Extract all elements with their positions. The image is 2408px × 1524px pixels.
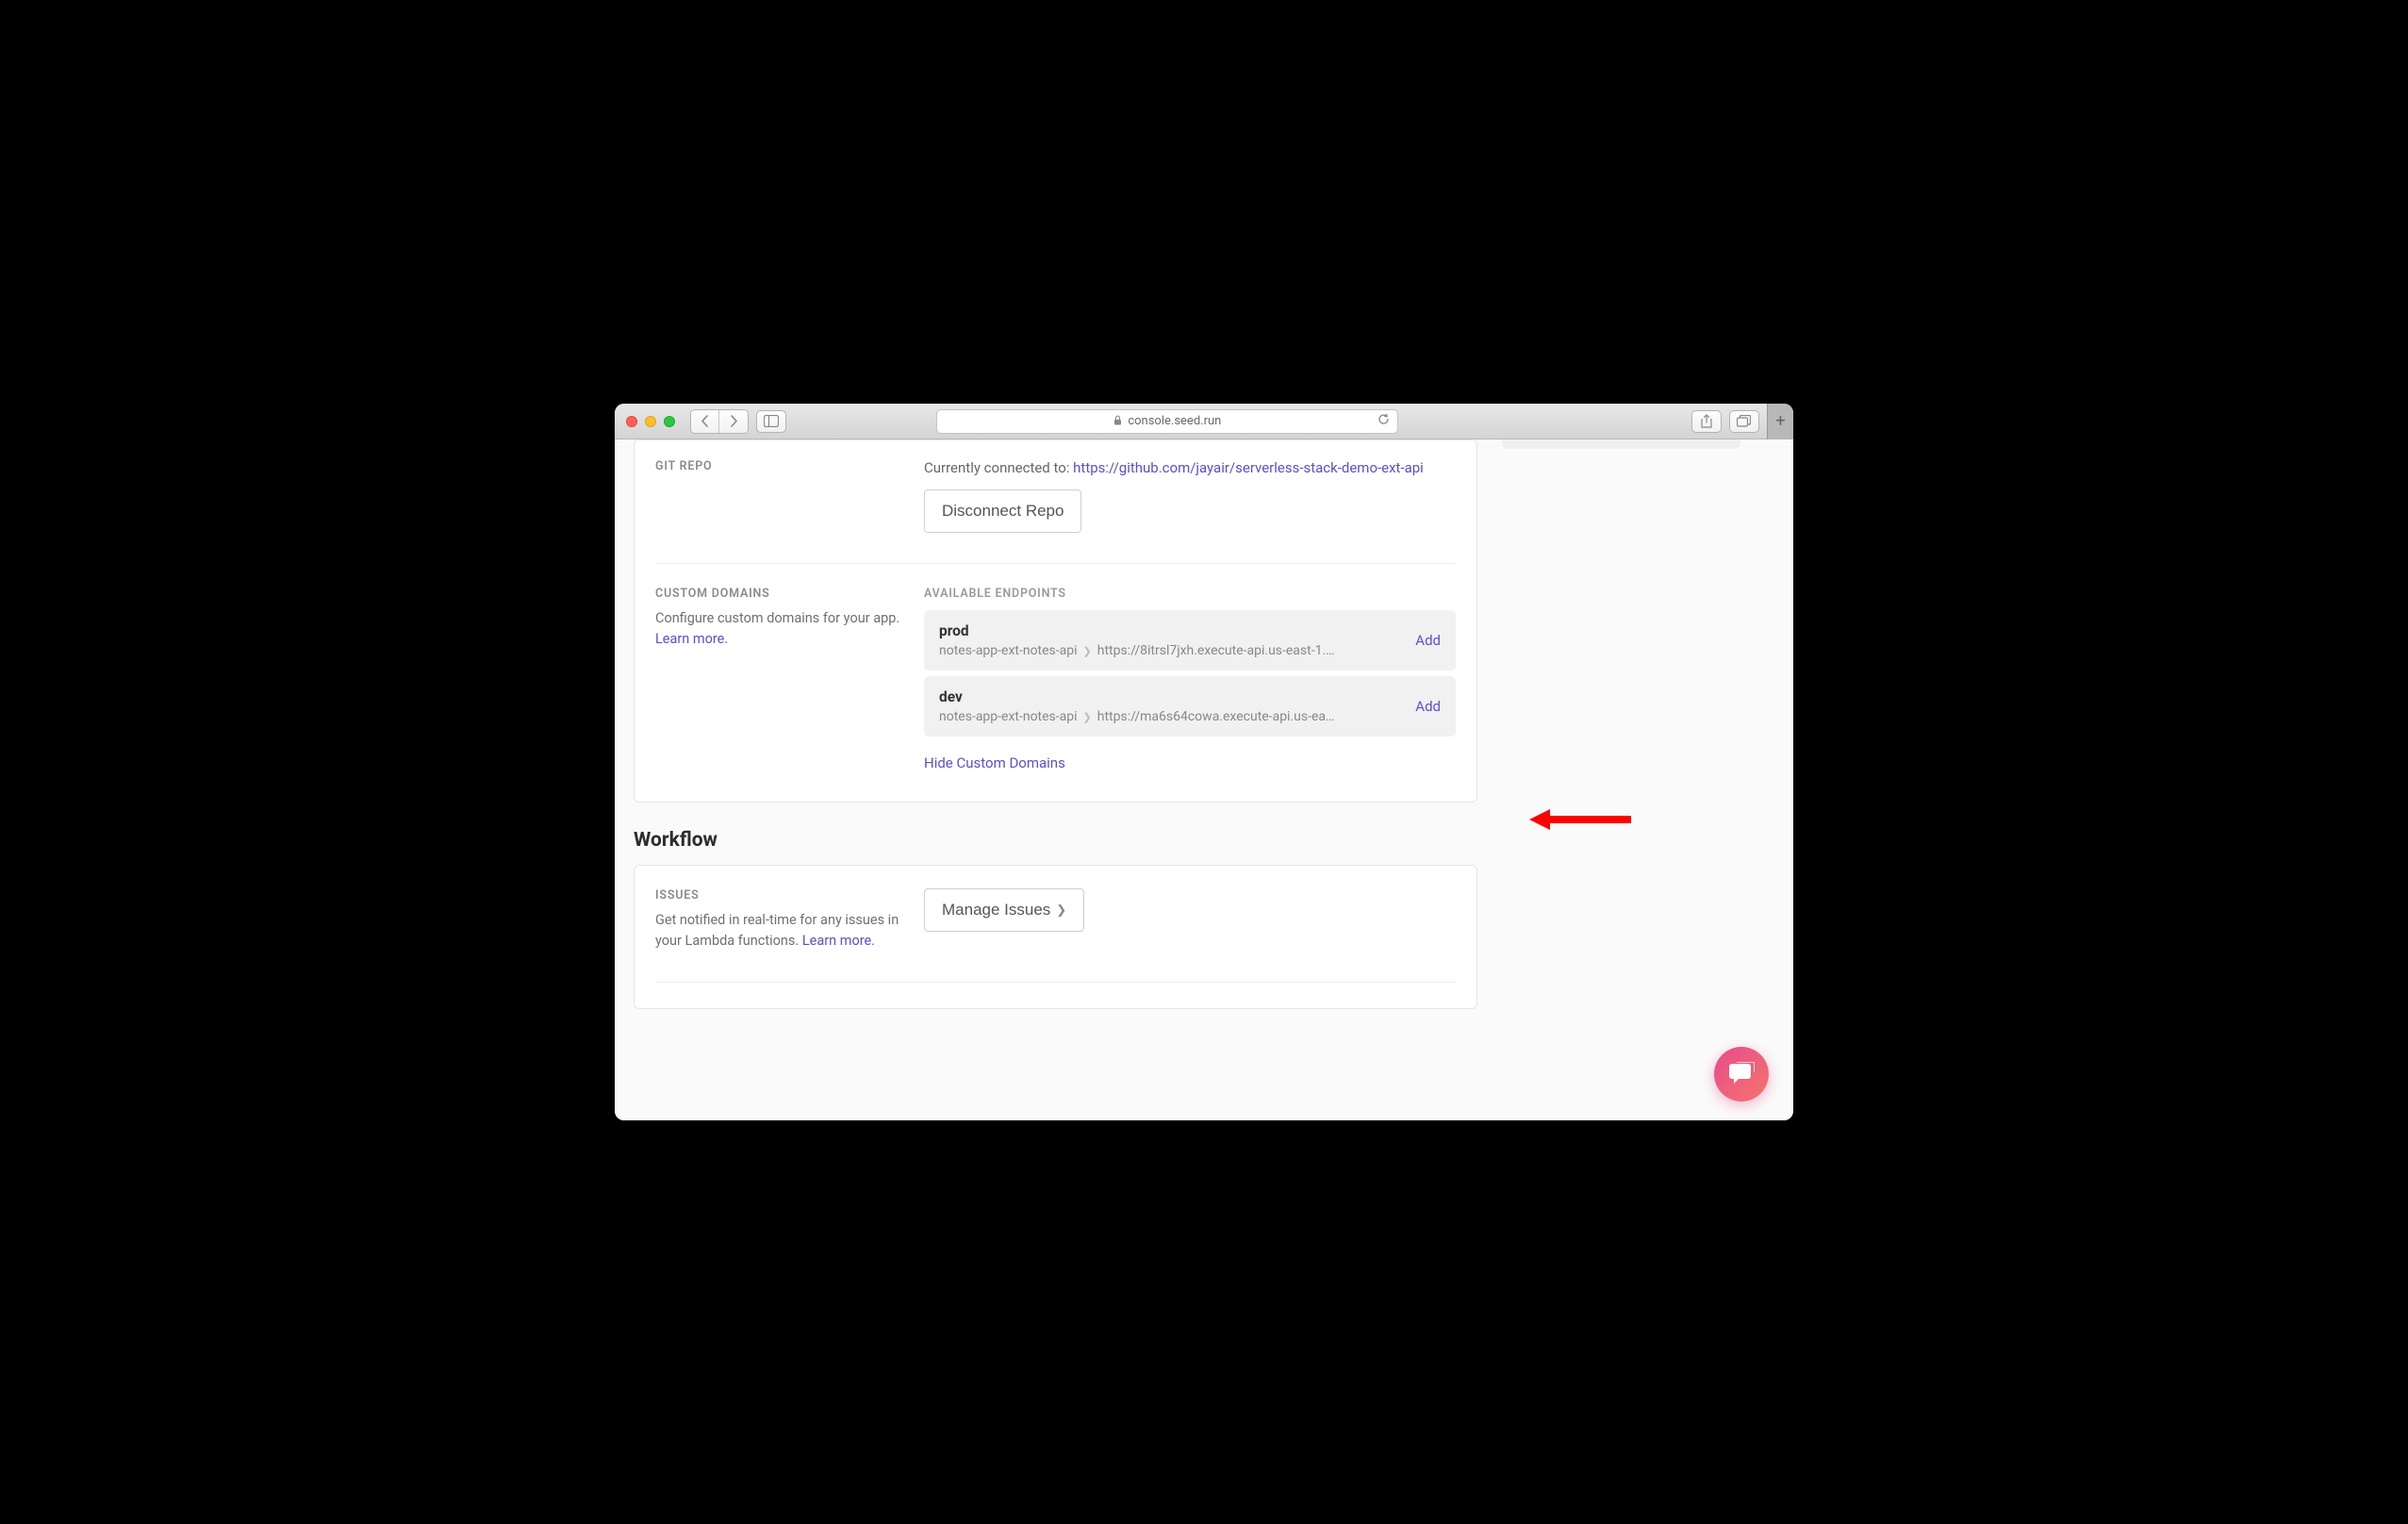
chat-widget-button[interactable] [1714, 1047, 1769, 1102]
manage-issues-button[interactable]: Manage Issues ❯ [924, 888, 1084, 932]
side-panel-placeholder [1502, 439, 1740, 449]
browser-titlebar: console.seed.run + [615, 404, 1793, 439]
issues-description: Get notified in real-time for any issues… [655, 910, 905, 952]
address-bar-url: console.seed.run [1128, 414, 1221, 428]
side-column [1496, 439, 1793, 1120]
available-endpoints-heading: AVAILABLE ENDPOINTS [924, 587, 1456, 601]
endpoint-row-dev: dev notes-app-ext-notes-api ❯ https://ma… [924, 676, 1456, 737]
address-bar[interactable]: console.seed.run [936, 409, 1398, 434]
endpoint-path: notes-app-ext-notes-api ❯ https://ma6s64… [939, 709, 1404, 724]
page-content: GIT REPO Currently connected to: https:/… [615, 439, 1793, 1120]
chevron-right-icon: ❯ [1056, 903, 1066, 918]
custom-domains-description: Configure custom domains for your app. L… [655, 608, 905, 650]
endpoint-list: prod notes-app-ext-notes-api ❯ https://8… [924, 610, 1456, 737]
custom-domains-section: CUSTOM DOMAINS Configure custom domains … [655, 563, 1456, 802]
titlebar-right-controls: + [1691, 404, 1782, 439]
reload-button[interactable] [1377, 413, 1390, 429]
sidebar-toggle-button[interactable] [756, 410, 786, 433]
section-divider [655, 982, 1456, 1008]
workflow-heading: Workflow [634, 829, 1477, 852]
custom-domains-heading: CUSTOM DOMAINS [655, 587, 905, 601]
workflow-card: ISSUES Get notified in real-time for any… [634, 865, 1477, 1009]
minimize-window-button[interactable] [645, 416, 656, 427]
issues-section: ISSUES Get notified in real-time for any… [655, 866, 1456, 982]
custom-domains-learn-more-link[interactable]: Learn more. [655, 631, 728, 647]
endpoint-name: prod [939, 622, 1404, 639]
chevron-right-icon: ❯ [1083, 711, 1092, 723]
forward-button[interactable] [719, 410, 748, 433]
disconnect-repo-button[interactable]: Disconnect Repo [924, 489, 1081, 533]
git-repo-section: GIT REPO Currently connected to: https:/… [655, 440, 1456, 563]
add-domain-button-dev[interactable]: Add [1415, 698, 1441, 715]
safari-window: console.seed.run + GIT REPO [615, 404, 1793, 1120]
repo-link[interactable]: https://github.com/jayair/serverless-sta… [1073, 459, 1424, 476]
nav-buttons [690, 409, 749, 434]
window-controls [626, 416, 675, 427]
chevron-right-icon: ❯ [1083, 645, 1092, 657]
back-button[interactable] [691, 410, 719, 433]
tabs-button[interactable] [1729, 410, 1759, 433]
settings-card: GIT REPO Currently connected to: https:/… [634, 439, 1477, 803]
connected-repo-text: Currently connected to: https://github.c… [924, 459, 1456, 476]
issues-learn-more-link[interactable]: Learn more. [802, 933, 875, 949]
hide-custom-domains-link[interactable]: Hide Custom Domains [924, 754, 1065, 771]
issues-heading: ISSUES [655, 888, 905, 903]
endpoint-name: dev [939, 688, 1404, 705]
endpoint-path: notes-app-ext-notes-api ❯ https://8itrsl… [939, 643, 1404, 658]
git-repo-heading: GIT REPO [655, 459, 905, 473]
maximize-window-button[interactable] [664, 416, 675, 427]
add-domain-button-prod[interactable]: Add [1415, 632, 1441, 649]
close-window-button[interactable] [626, 416, 637, 427]
share-button[interactable] [1691, 410, 1722, 433]
endpoint-row-prod: prod notes-app-ext-notes-api ❯ https://8… [924, 610, 1456, 671]
lock-icon [1113, 415, 1122, 428]
new-tab-button[interactable]: + [1767, 404, 1793, 439]
